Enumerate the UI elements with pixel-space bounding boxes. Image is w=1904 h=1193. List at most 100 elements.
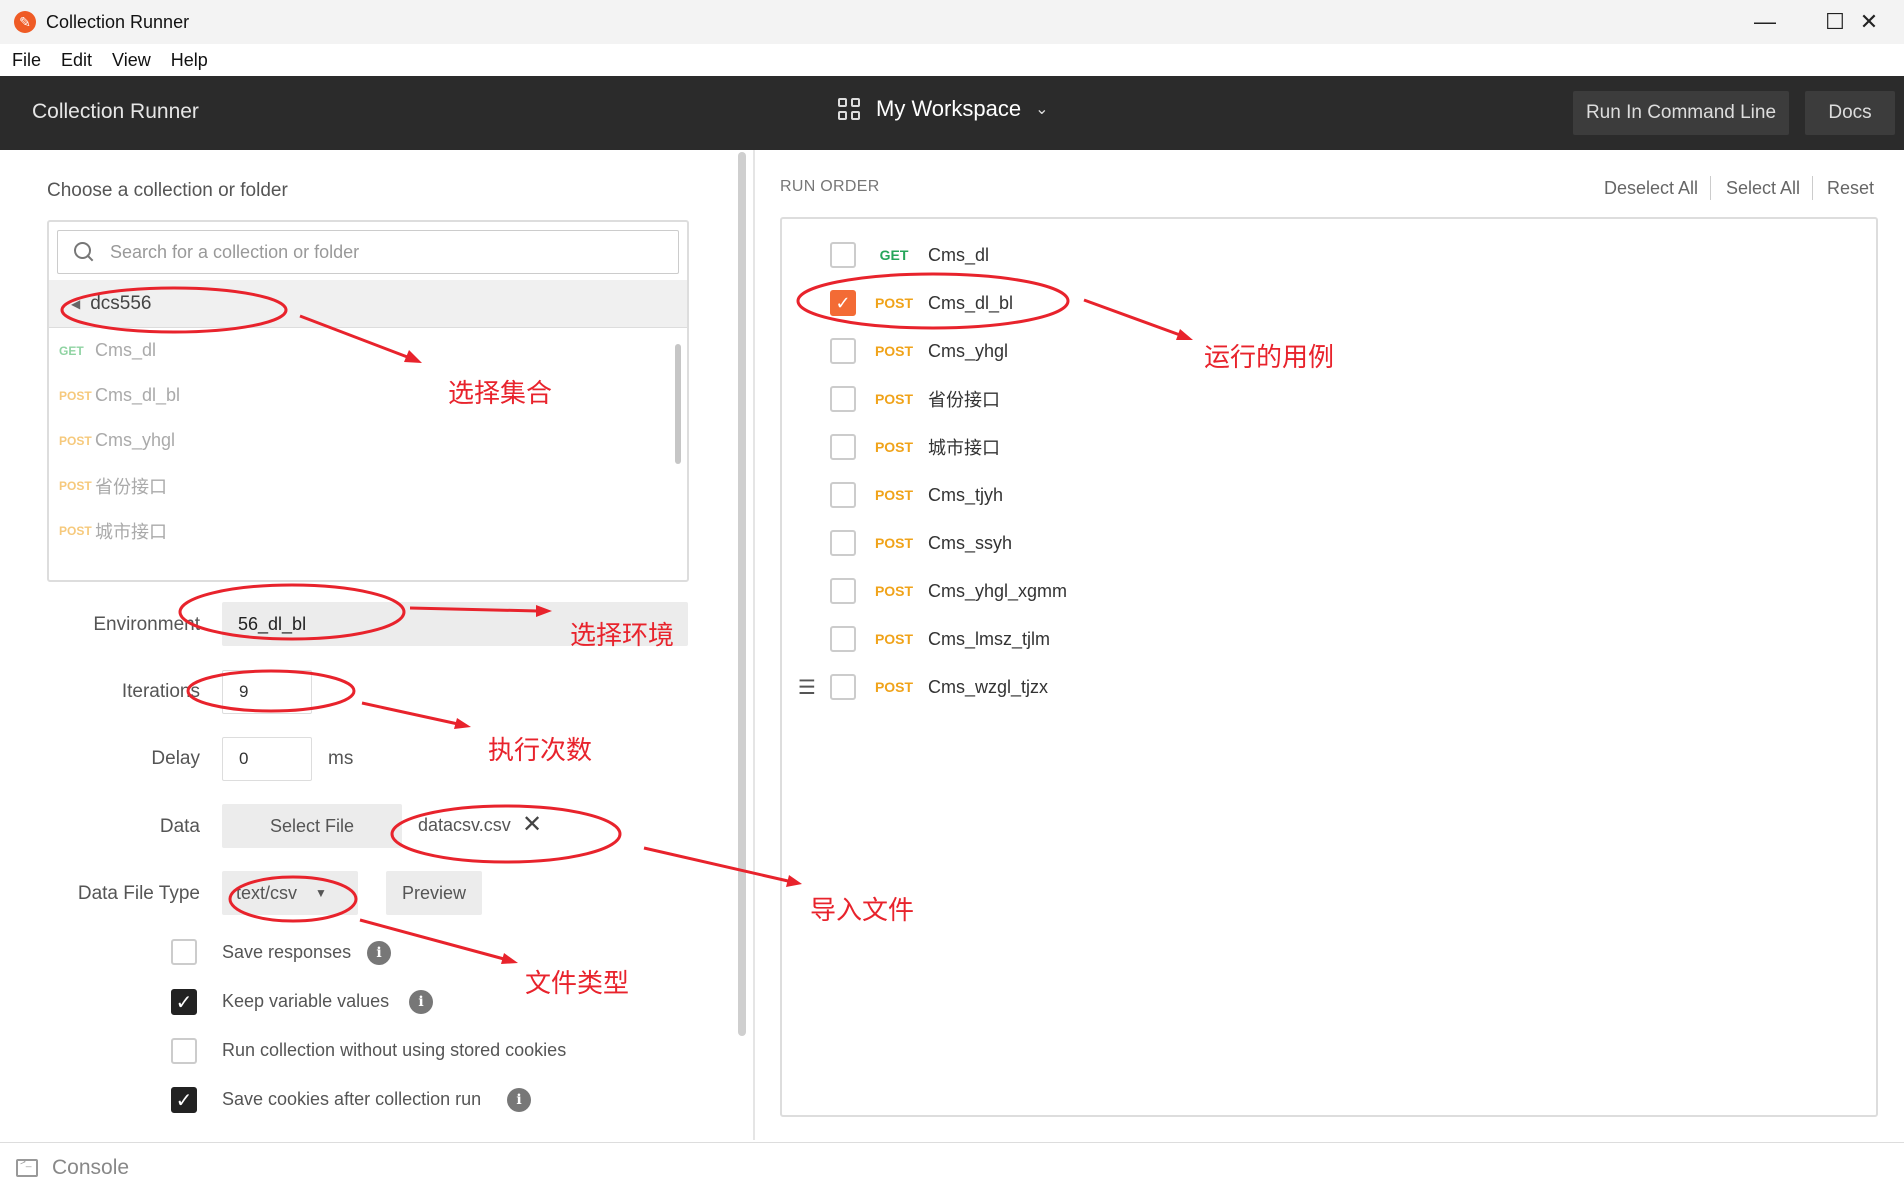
info-icon[interactable]: i <box>409 990 433 1014</box>
app-header: Collection Runner My Workspace ⌄ Run In … <box>0 76 1904 150</box>
menu-edit[interactable]: Edit <box>61 50 92 71</box>
select-all-link[interactable]: Select All <box>1726 178 1800 199</box>
select-file-button[interactable]: Select File <box>222 804 402 848</box>
run-without-cookies-checkbox[interactable] <box>171 1038 197 1064</box>
iterations-label: Iterations <box>121 681 200 702</box>
run-order-row[interactable]: ✓ POST Cms_dl_bl <box>782 280 1876 326</box>
separator <box>1812 176 1813 200</box>
save-cookies-label: Save cookies after collection run <box>222 1089 482 1109</box>
menu-help[interactable]: Help <box>171 50 208 71</box>
method-badge: POST <box>874 535 914 551</box>
iterations-input[interactable]: 9 <box>222 670 312 714</box>
list-item[interactable]: POST Cms_yhgl <box>49 418 669 463</box>
save-responses-checkbox[interactable] <box>171 939 197 965</box>
delay-input[interactable]: 0 <box>222 737 312 781</box>
run-order-row[interactable]: POST Cms_yhgl_xgmm <box>782 568 1876 614</box>
menu-file[interactable]: File <box>12 50 41 71</box>
request-name: 城市接口 <box>928 438 1000 458</box>
search-box[interactable] <box>57 230 679 274</box>
run-order-row[interactable]: POST Cms_tjyh <box>782 472 1876 518</box>
picker-scrollbar[interactable] <box>675 344 681 464</box>
caret-down-icon: ▼ <box>315 886 327 900</box>
request-checkbox[interactable] <box>830 338 856 364</box>
annotation-select-env: 选择环境 <box>570 621 675 651</box>
request-checkbox[interactable] <box>830 386 856 412</box>
console-bar[interactable]: Console <box>0 1142 1904 1193</box>
chevron-down-icon: ⌄ <box>1035 101 1049 118</box>
title-bar: ✎ Collection Runner — ☐ ✕ <box>0 0 1904 44</box>
info-icon[interactable]: i <box>367 941 391 965</box>
request-checkbox[interactable] <box>830 482 856 508</box>
method-badge: GET <box>879 247 909 263</box>
remove-file-icon[interactable]: ✕ <box>522 810 542 839</box>
run-order-row[interactable]: POST Cms_lmsz_tjlm <box>782 616 1876 662</box>
request-name: Cms_dl_bl <box>928 292 1014 313</box>
method-badge: POST <box>874 343 914 359</box>
close-button[interactable]: ✕ <box>1834 0 1904 44</box>
run-order-row[interactable]: POST Cms_ssyh <box>782 520 1876 566</box>
drag-handle-icon[interactable]: ☰ <box>798 675 818 700</box>
annotation-import-file: 导入文件 <box>810 896 915 926</box>
request-checkbox[interactable] <box>830 530 856 556</box>
request-name: Cms_yhgl_xgmm <box>928 580 1068 601</box>
run-order-row[interactable]: POST 城市接口 <box>782 424 1876 470</box>
deselect-all-link[interactable]: Deselect All <box>1604 178 1698 199</box>
list-item[interactable]: POST 城市接口 <box>49 508 669 553</box>
data-file-type-select[interactable]: text/csv ▼ <box>222 871 358 915</box>
annotation-run-cases: 运行的用例 <box>1204 343 1335 373</box>
console-label: Console <box>52 1156 130 1179</box>
request-name: Cms_tjyh <box>928 484 1004 505</box>
data-label: Data <box>159 816 200 837</box>
method-badge: POST <box>874 679 914 695</box>
grid-icon <box>838 98 860 120</box>
workspace-switcher[interactable]: My Workspace ⌄ <box>838 96 1048 122</box>
request-name: Cms_yhgl <box>95 430 176 450</box>
method-badge: GET <box>59 343 84 358</box>
postman-logo-icon: ✎ <box>14 11 36 33</box>
method-badge: POST <box>59 388 92 403</box>
preview-button[interactable]: Preview <box>386 871 482 915</box>
workspace-name: My Workspace <box>876 96 1022 121</box>
request-checkbox[interactable] <box>830 578 856 604</box>
request-checkbox[interactable] <box>830 674 856 700</box>
collection-picker: ◀ dcs556 GETCms_dl POSTCms_dl_bl POSTCms… <box>47 220 689 582</box>
request-name: 省份接口 <box>95 476 167 497</box>
run-order-row[interactable]: POST 省份接口 <box>782 376 1876 422</box>
request-checkbox[interactable]: ✓ <box>830 290 856 316</box>
keep-variable-values-checkbox[interactable]: ✓ <box>171 989 197 1015</box>
data-file-type-label: Data File Type <box>77 883 200 904</box>
method-badge: POST <box>59 523 92 538</box>
minimize-button[interactable]: — <box>1730 0 1800 44</box>
reset-link[interactable]: Reset <box>1827 178 1874 199</box>
search-icon <box>74 242 94 262</box>
run-order-row[interactable]: ☰ POST Cms_wzgl_tjzx <box>782 664 1876 710</box>
list-item[interactable]: POST Cms_dl_bl <box>49 373 669 418</box>
request-name: Cms_lmsz_tjlm <box>928 628 1051 649</box>
list-item[interactable]: GET Cms_dl <box>49 328 669 373</box>
run-order-row[interactable]: GET Cms_dl <box>782 232 1876 278</box>
docs-button[interactable]: Docs <box>1805 91 1895 135</box>
menu-view[interactable]: View <box>112 50 151 71</box>
request-checkbox[interactable] <box>830 626 856 652</box>
delay-label: Delay <box>151 748 200 769</box>
method-badge: POST <box>59 433 92 448</box>
request-checkbox[interactable] <box>830 434 856 460</box>
method-badge: POST <box>874 439 914 455</box>
run-in-command-line-button[interactable]: Run In Command Line <box>1573 91 1789 135</box>
panel-divider <box>753 150 755 1140</box>
choose-collection-label: Choose a collection or folder <box>47 180 288 201</box>
request-name: Cms_yhgl <box>928 340 1009 361</box>
collapse-triangle-icon[interactable]: ◀ <box>71 297 80 311</box>
search-input[interactable] <box>110 241 610 263</box>
save-cookies-checkbox[interactable]: ✓ <box>171 1087 197 1113</box>
info-icon[interactable]: i <box>507 1088 531 1112</box>
data-file-type-value: text/csv <box>236 882 298 903</box>
collection-name: dcs556 <box>90 292 152 314</box>
request-checkbox[interactable] <box>830 242 856 268</box>
list-item[interactable]: POST 省份接口 <box>49 463 669 508</box>
menu-bar: File Edit View Help <box>0 44 1904 76</box>
left-panel-scrollbar[interactable] <box>738 152 746 1036</box>
request-name: Cms_wzgl_tjzx <box>928 676 1049 697</box>
selected-collection[interactable]: ◀ dcs556 <box>49 280 687 328</box>
annotation-arrow <box>643 846 789 883</box>
